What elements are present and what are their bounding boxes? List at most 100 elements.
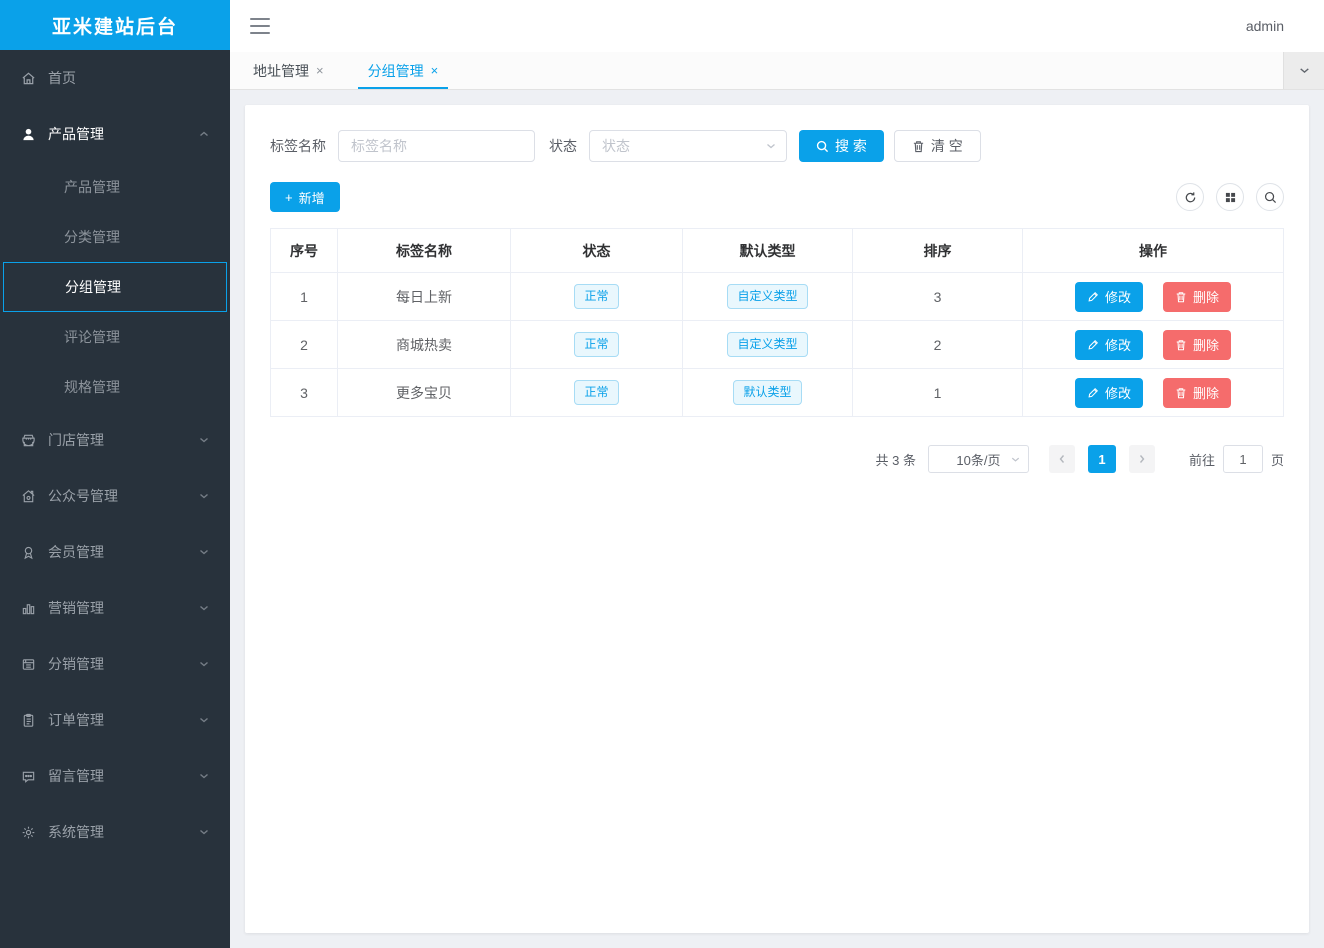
edit-button[interactable]: 修改 (1075, 330, 1143, 360)
type-badge: 自定义类型 (727, 284, 807, 310)
chevron-down-icon (1010, 454, 1021, 465)
filter-form: 标签名称 状态 状态 搜 索 清 空 (270, 130, 1284, 162)
submenu-label: 分组管理 (65, 277, 121, 297)
name-field-label: 标签名称 (270, 136, 326, 156)
storefront-icon (20, 432, 36, 448)
tab-close-icon[interactable]: × (431, 63, 439, 78)
edit-button[interactable]: 修改 (1075, 378, 1143, 408)
cell-actions: 修改 删除 (1023, 273, 1284, 321)
tab-bar: 地址管理 × 分组管理 × (230, 52, 1324, 90)
house-icon (20, 488, 36, 504)
sidebar-subitem-group[interactable]: 分组管理 (3, 262, 227, 312)
sidebar-item-distribution[interactable]: 分销管理 (0, 636, 230, 692)
submenu-label: 产品管理 (64, 177, 120, 197)
tab-group-manage[interactable]: 分组管理 × (358, 52, 449, 89)
tab-address-manage[interactable]: 地址管理 × (243, 52, 334, 89)
column-settings-button[interactable] (1216, 183, 1244, 211)
sidebar-item-order[interactable]: 订单管理 (0, 692, 230, 748)
sidebar-item-product[interactable]: 产品管理 (0, 106, 230, 162)
page-size-select[interactable]: 10条/页 (928, 445, 1029, 473)
table-row: 2 商城热卖 正常 自定义类型 2 修改 (271, 321, 1284, 369)
tab-close-icon[interactable]: × (316, 63, 324, 78)
sidebar-item-message[interactable]: 留言管理 (0, 748, 230, 804)
add-button[interactable]: + 新增 (270, 182, 340, 212)
search-button-label: 搜 索 (835, 136, 867, 156)
sidebar-item-label: 门店管理 (48, 430, 104, 450)
sidebar-item-label: 产品管理 (48, 124, 104, 144)
page-unit-label: 页 (1271, 450, 1284, 469)
delete-button-label: 删除 (1193, 287, 1219, 306)
tab-label: 分组管理 (368, 61, 424, 81)
sidebar-subitem-product[interactable]: 产品管理 (0, 162, 230, 212)
table-search-button[interactable] (1256, 183, 1284, 211)
top-header: admin (230, 0, 1324, 52)
status-select[interactable]: 状态 (589, 130, 787, 162)
pen-icon (1087, 291, 1099, 303)
content-card: 标签名称 状态 状态 搜 索 清 空 (245, 105, 1309, 933)
type-badge: 自定义类型 (727, 332, 807, 358)
type-badge: 默认类型 (733, 380, 801, 406)
trash-icon (1175, 339, 1187, 351)
edit-button-label: 修改 (1105, 335, 1131, 354)
chevron-down-icon (198, 658, 210, 670)
next-page-button[interactable] (1129, 445, 1155, 473)
name-input[interactable] (338, 130, 535, 162)
cell-sort: 3 (853, 273, 1023, 321)
col-header-action: 操作 (1023, 229, 1284, 273)
table-tools (1164, 183, 1284, 211)
refresh-button[interactable] (1176, 183, 1204, 211)
clear-button[interactable]: 清 空 (894, 130, 981, 162)
cell-status: 正常 (511, 321, 683, 369)
clipboard-icon (20, 712, 36, 728)
goto-page-input[interactable] (1223, 445, 1263, 473)
page-number-current[interactable]: 1 (1088, 445, 1116, 473)
page-size-value: 10条/页 (956, 450, 1000, 469)
chevron-down-icon (1298, 64, 1311, 77)
user-menu[interactable]: admin (1246, 18, 1284, 34)
delete-button[interactable]: 删除 (1163, 282, 1231, 312)
sidebar-item-label: 订单管理 (48, 710, 104, 730)
cell-status: 正常 (511, 273, 683, 321)
page-content: 标签名称 状态 状态 搜 索 清 空 (230, 90, 1324, 948)
sidebar-subitem-category[interactable]: 分类管理 (0, 212, 230, 262)
col-header-name: 标签名称 (338, 229, 511, 273)
sidebar-item-store[interactable]: 门店管理 (0, 412, 230, 468)
col-header-status: 状态 (511, 229, 683, 273)
delete-button[interactable]: 删除 (1163, 378, 1231, 408)
sidebar-item-system[interactable]: 系统管理 (0, 804, 230, 860)
search-icon (816, 140, 829, 153)
sidebar-subitem-spec[interactable]: 规格管理 (0, 362, 230, 412)
status-badge: 正常 (574, 332, 618, 358)
grid-icon (1225, 192, 1236, 203)
refresh-icon (1184, 191, 1197, 204)
edit-button-label: 修改 (1105, 383, 1131, 402)
submenu-label: 规格管理 (64, 377, 120, 397)
table-row: 3 更多宝贝 正常 默认类型 1 修改 (271, 369, 1284, 417)
submenu-label: 评论管理 (64, 327, 120, 347)
sidebar-item-label: 留言管理 (48, 766, 104, 786)
user-icon (20, 126, 36, 142)
chevron-down-icon (198, 434, 210, 446)
pen-icon (1087, 387, 1099, 399)
sidebar-item-home[interactable]: 首页 (0, 50, 230, 106)
sidebar-item-label: 系统管理 (48, 822, 104, 842)
tab-label: 地址管理 (253, 61, 309, 81)
cell-index: 1 (271, 273, 338, 321)
tab-options-dropdown[interactable] (1283, 52, 1324, 89)
col-header-sort: 排序 (853, 229, 1023, 273)
edit-button[interactable]: 修改 (1075, 282, 1143, 312)
table-header-row: 序号 标签名称 状态 默认类型 排序 操作 (271, 229, 1284, 273)
prev-page-button[interactable] (1049, 445, 1075, 473)
sidebar-item-official-account[interactable]: 公众号管理 (0, 468, 230, 524)
board-icon (20, 656, 36, 672)
plus-icon: + (285, 190, 293, 205)
hamburger-menu-icon[interactable] (250, 18, 270, 34)
delete-button[interactable]: 删除 (1163, 330, 1231, 360)
bar-chart-icon (20, 600, 36, 616)
chevron-down-icon (765, 140, 777, 152)
sidebar-item-member[interactable]: 会员管理 (0, 524, 230, 580)
sidebar-subitem-comment[interactable]: 评论管理 (0, 312, 230, 362)
search-button[interactable]: 搜 索 (799, 130, 884, 162)
trash-icon (1175, 291, 1187, 303)
sidebar-item-marketing[interactable]: 营销管理 (0, 580, 230, 636)
